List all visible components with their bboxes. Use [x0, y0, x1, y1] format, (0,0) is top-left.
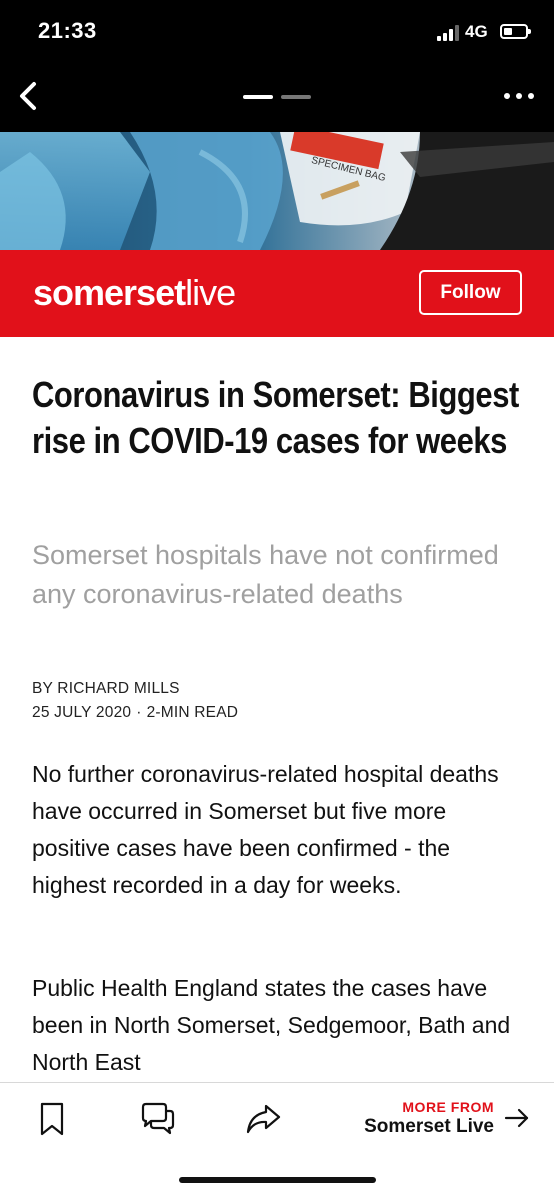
- signal-strength-icon: [437, 25, 459, 41]
- page-dot-active: [243, 95, 273, 99]
- bookmark-icon: [40, 1102, 64, 1136]
- page-dot: [281, 95, 311, 99]
- more-from-label: MORE FROM: [402, 1099, 494, 1115]
- chevron-left-icon: [20, 82, 36, 110]
- publisher-logo[interactable]: somersetlive: [33, 272, 236, 314]
- article-paragraph: No further coronavirus-related hospital …: [32, 761, 499, 898]
- share-button[interactable]: [244, 1101, 281, 1137]
- comments-button[interactable]: [139, 1101, 175, 1137]
- network-type: 4G: [465, 22, 488, 41]
- hero-image: SPECIMEN BAG: [0, 132, 554, 250]
- nav-bar: [0, 62, 554, 132]
- page-indicator: [243, 95, 313, 101]
- status-time: 21:33: [38, 18, 97, 43]
- arrow-right-icon: [504, 1108, 529, 1128]
- read-time: 2-MIN READ: [146, 704, 239, 721]
- ellipsis-dot: [528, 93, 534, 99]
- more-from-source: Somerset Live: [364, 1116, 494, 1137]
- logo-text-secondary: live: [185, 272, 236, 313]
- article-headline: Coronavirus in Somerset: Biggest rise in…: [32, 374, 519, 461]
- battery-level: [504, 28, 512, 35]
- status-bar: 21:33 4G: [0, 0, 554, 62]
- more-from-publisher-link[interactable]: MORE FROM Somerset Live: [340, 1097, 530, 1141]
- comments-icon: [141, 1102, 175, 1135]
- bookmark-button[interactable]: [34, 1101, 70, 1137]
- article-subheadline: Somerset hospitals have not confirmed an…: [32, 540, 499, 609]
- ellipsis-icon: [504, 93, 510, 99]
- follow-button[interactable]: Follow: [419, 270, 522, 315]
- home-indicator[interactable]: [179, 1177, 376, 1183]
- more-options-button[interactable]: [502, 88, 536, 104]
- hero-illustration: SPECIMEN BAG: [0, 132, 554, 250]
- article-byline[interactable]: BY RICHARD MILLS: [32, 680, 180, 698]
- article-paragraph: Public Health England states the cases h…: [32, 975, 511, 1075]
- ellipsis-dot: [516, 93, 522, 99]
- logo-text-primary: somerset: [33, 272, 186, 313]
- back-button[interactable]: [12, 76, 48, 116]
- meta-separator: ·: [136, 704, 142, 721]
- publish-date: 25 JULY 2020: [32, 704, 132, 721]
- article-meta: 25 JULY 2020 · 2-MIN READ: [32, 704, 238, 722]
- share-icon: [246, 1104, 281, 1134]
- battery-icon: [500, 24, 531, 39]
